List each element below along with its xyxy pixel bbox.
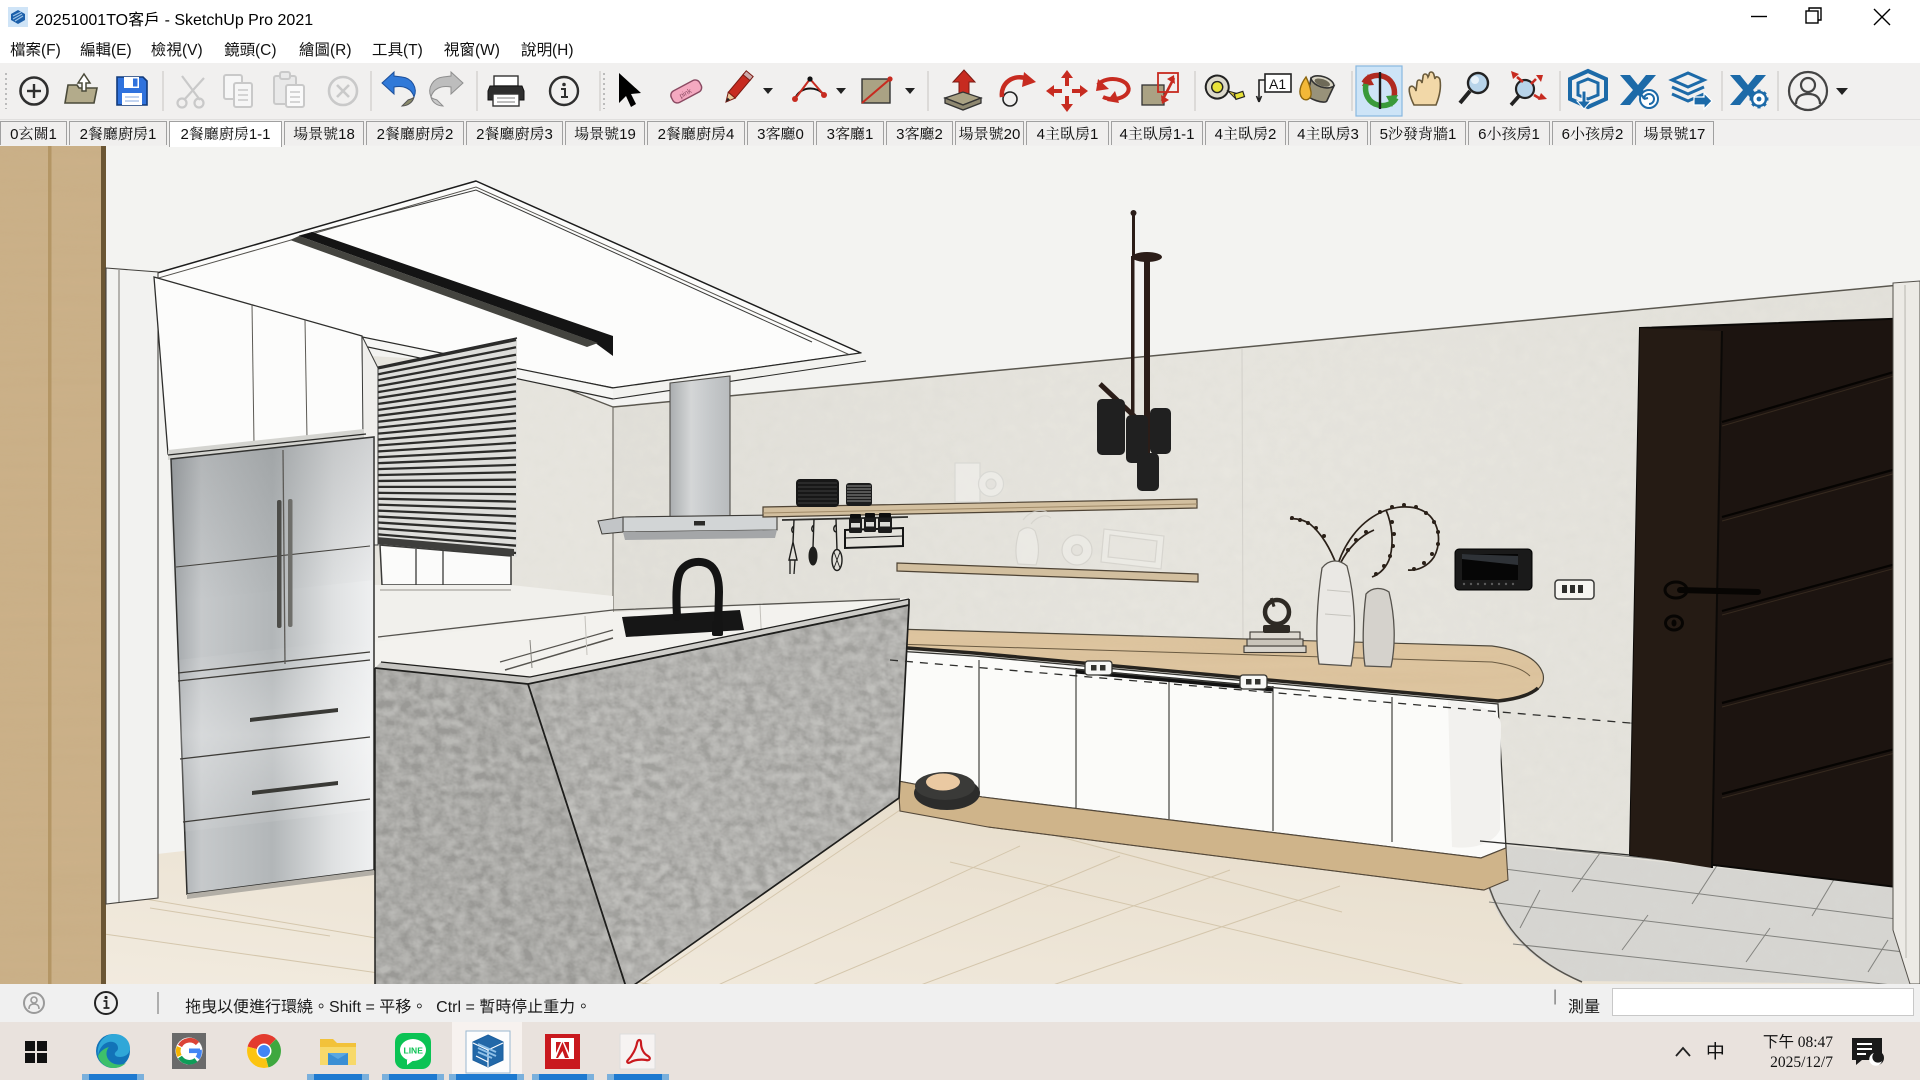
- svg-text:下午 08:47: 下午 08:47: [1763, 1030, 1833, 1052]
- svg-text:LINE: LINE: [404, 1046, 424, 1056]
- svg-text:中: 中: [1706, 1037, 1725, 1064]
- svg-text:A1: A1: [1269, 76, 1286, 92]
- svg-text:2025/12/7: 2025/12/7: [1770, 1050, 1833, 1072]
